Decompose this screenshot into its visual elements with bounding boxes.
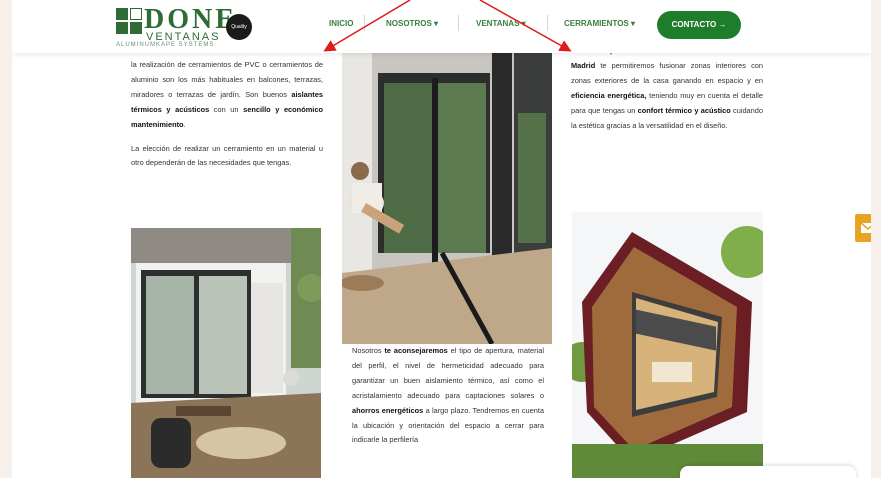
annotation-arrows xyxy=(323,0,572,52)
arrow-right xyxy=(479,0,572,52)
arrow-left xyxy=(323,0,411,52)
